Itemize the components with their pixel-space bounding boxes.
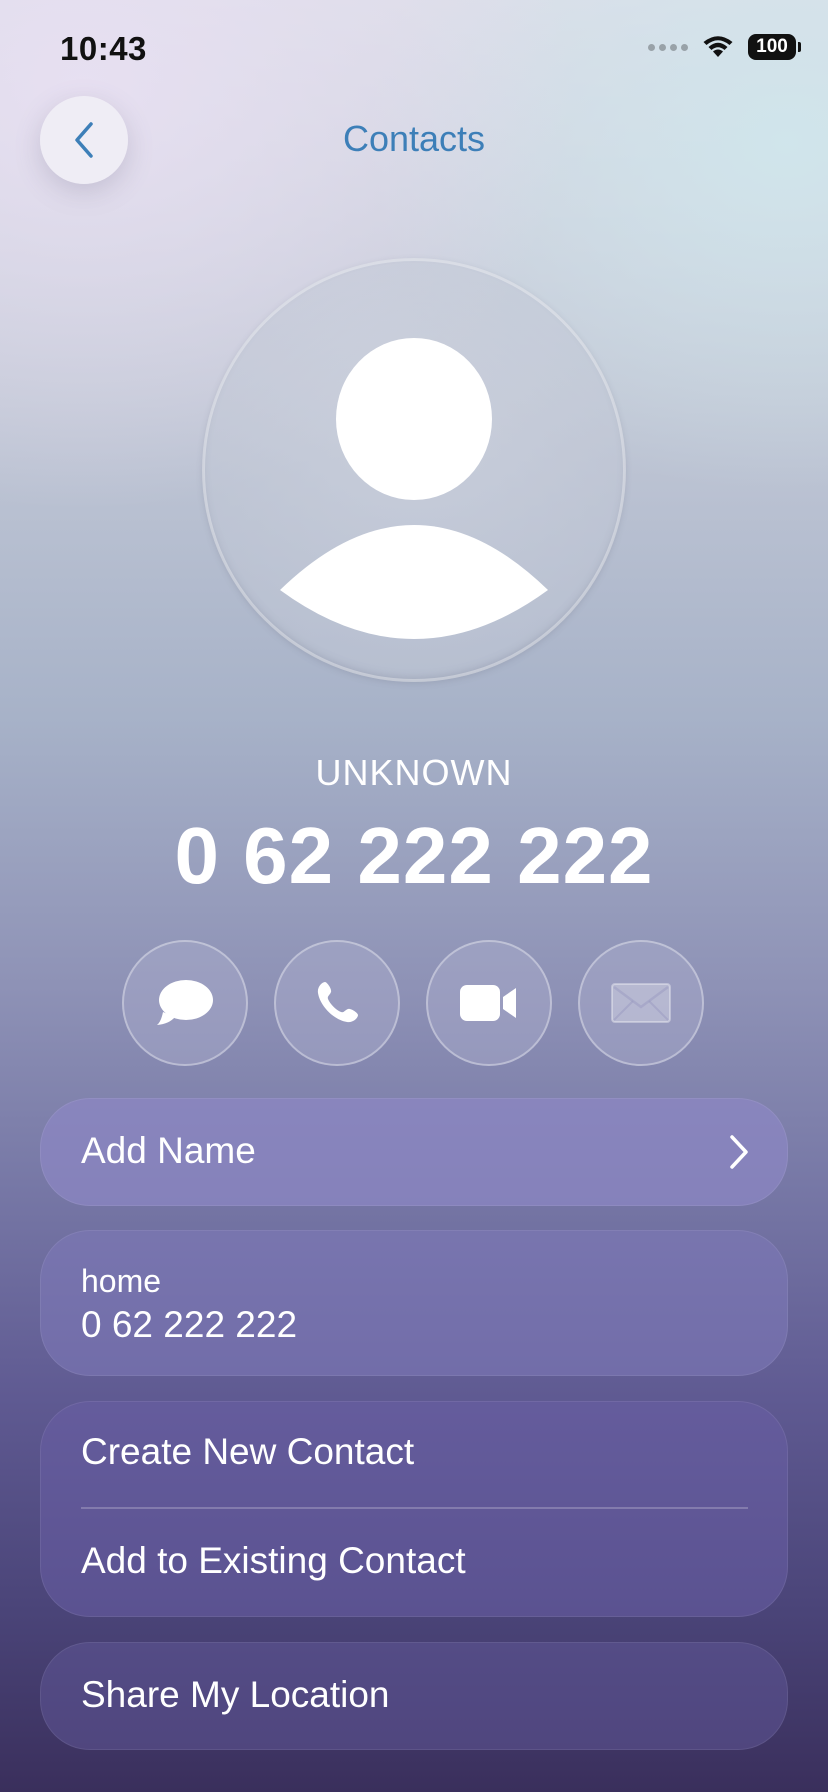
person-silhouette-icon	[280, 338, 548, 639]
add-name-row[interactable]: Add Name	[40, 1098, 788, 1206]
video-call-button[interactable]	[426, 940, 552, 1066]
phone-icon	[317, 982, 358, 1023]
mail-icon	[611, 983, 671, 1023]
phone-number-value: 0 62 222 222	[81, 1304, 298, 1345]
add-to-existing-contact-button[interactable]: Add to Existing Contact	[81, 1540, 466, 1582]
share-location-label: Share My Location	[81, 1674, 390, 1715]
quick-actions	[122, 940, 704, 1066]
cellular-signal-icon	[648, 43, 688, 51]
contact-avatar	[202, 258, 626, 682]
phone-type-label: home	[81, 1263, 162, 1299]
contact-actions-group: Create New Contact Add to Existing Conta…	[40, 1401, 788, 1617]
message-button[interactable]	[122, 940, 248, 1066]
status-time: 10:43	[60, 30, 147, 67]
mail-button[interactable]	[578, 940, 704, 1066]
caller-number: 0 62 222 222	[174, 811, 654, 900]
nav-title: Contacts	[342, 118, 486, 159]
message-icon	[157, 980, 213, 1025]
phone-number-row[interactable]: home 0 62 222 222	[40, 1230, 788, 1376]
battery-icon: 100	[748, 34, 801, 60]
divider	[81, 1507, 748, 1509]
share-location-row[interactable]: Share My Location	[40, 1642, 788, 1750]
add-name-label: Add Name	[81, 1130, 256, 1171]
battery-level: 100	[756, 36, 788, 57]
caller-label: UNKNOWN	[315, 752, 513, 793]
status-icons: 100	[648, 34, 801, 60]
chevron-right-icon	[730, 1135, 748, 1169]
status-bar: 10:43 100	[0, 0, 828, 100]
video-icon	[460, 985, 516, 1021]
create-new-contact-button[interactable]: Create New Contact	[81, 1431, 414, 1473]
call-button[interactable]	[274, 940, 400, 1066]
wifi-icon	[703, 36, 733, 57]
